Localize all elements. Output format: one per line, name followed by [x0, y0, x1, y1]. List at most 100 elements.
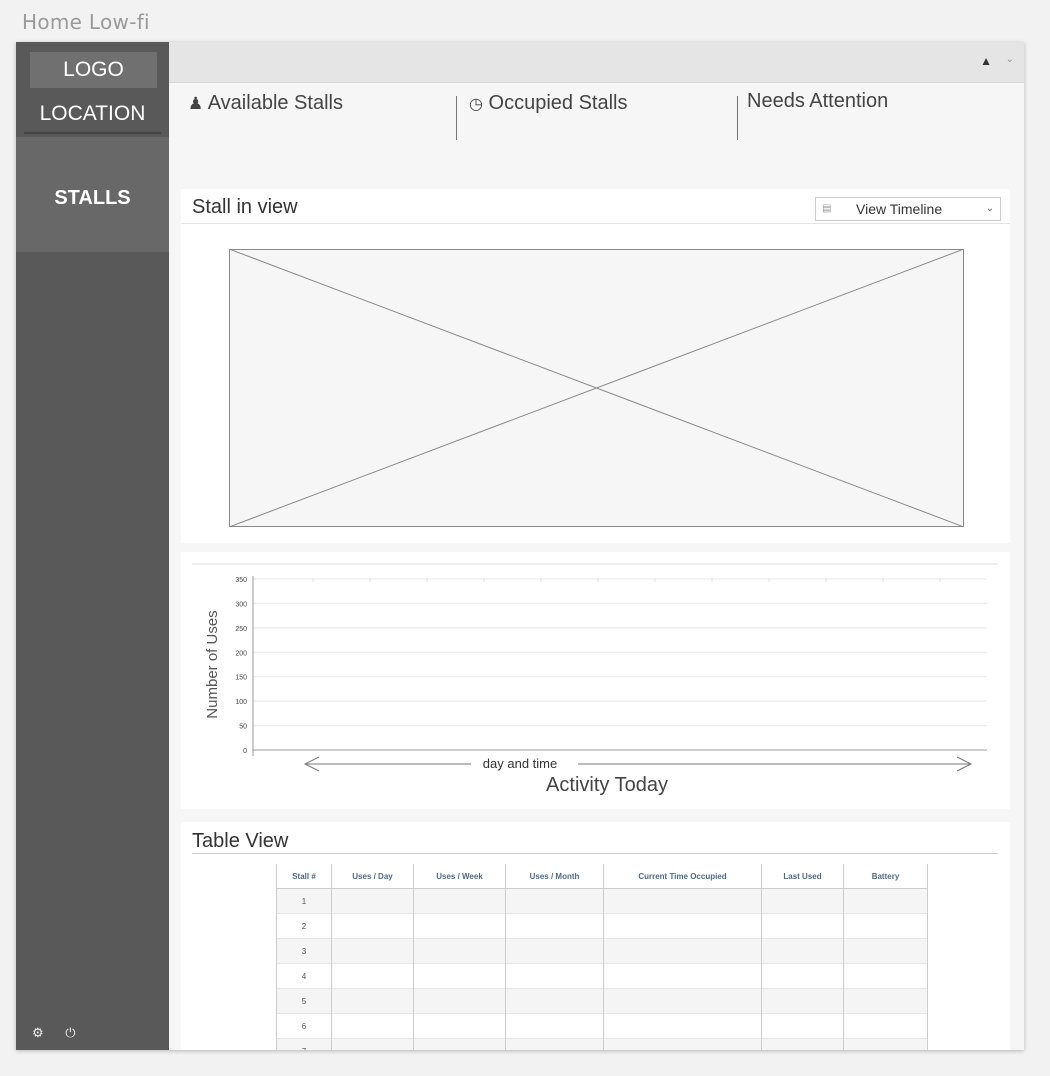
chart-title: Activity Today [546, 774, 668, 796]
y-axis-label: Number of Uses [204, 610, 221, 718]
card-divider [192, 853, 998, 854]
table-cell [761, 938, 844, 964]
table-cell [331, 988, 414, 1014]
table-cell: 5 [276, 988, 332, 1014]
table-cell [761, 1013, 844, 1039]
table-cell [331, 938, 414, 964]
table-cell [603, 938, 762, 964]
table-cell [761, 913, 844, 939]
stall-in-view-card: Stall in view ▤ View Timeline ⌄ [181, 189, 1010, 543]
sidebar-footer: ⚙ ⏻ [32, 1025, 94, 1041]
column-header[interactable]: Uses / Month [505, 864, 604, 889]
available-stalls-label: Available Stalls [207, 92, 343, 114]
table-cell [331, 888, 414, 914]
page-label: Home Low-fi [22, 10, 150, 34]
table-cell [413, 888, 506, 914]
logo[interactable]: LOGO [30, 52, 157, 88]
location-nav-item[interactable]: LOCATION [24, 96, 161, 134]
table-cell [761, 888, 844, 914]
view-timeline-select[interactable]: ▤ View Timeline ⌄ [815, 197, 1001, 221]
table-cell [603, 913, 762, 939]
table-cell [505, 1013, 604, 1039]
activity-chart-card: 0 50 100 150 200 250 300 350 Number of Uses day a… [181, 552, 1010, 809]
table-cell [843, 963, 928, 989]
table-header-row: Stall # Uses / Day Uses / Week Uses / Mo… [276, 864, 928, 889]
table-view-card: Table View Stall # Uses / Day Uses / Wee… [181, 822, 1010, 1050]
warning-icon[interactable]: ▲ [980, 54, 992, 68]
y-tick-label: 300 [235, 601, 247, 608]
table-row[interactable]: 2 [276, 913, 928, 939]
y-tick-label: 0 [243, 748, 247, 755]
table-cell [843, 1013, 928, 1039]
clock-icon: ◷ [469, 96, 483, 113]
table-row[interactable]: 1 [276, 888, 928, 914]
table-cell [843, 888, 928, 914]
stall-in-view-title: Stall in view [192, 196, 298, 218]
sidebar: LOGO LOCATION STALLS ⚙ ⏻ [16, 42, 169, 1050]
table-cell [761, 1038, 844, 1050]
table-cell [331, 913, 414, 939]
chevron-down-icon[interactable]: ⌄ [1006, 54, 1014, 65]
table-row[interactable]: 3 [276, 938, 928, 964]
stalls-table: Stall # Uses / Day Uses / Week Uses / Mo… [276, 864, 928, 1050]
table-view-title: Table View [192, 830, 289, 852]
y-tick-label: 50 [239, 724, 247, 731]
column-header[interactable]: Current Time Occupied [603, 864, 762, 889]
sidebar-item-stalls-label: STALLS [54, 187, 131, 209]
x-axis-label: day and time [483, 756, 557, 771]
table-cell: 2 [276, 913, 332, 939]
table-cell: 1 [276, 888, 332, 914]
table-cell [331, 963, 414, 989]
table-cell [505, 938, 604, 964]
gear-icon[interactable]: ⚙ [32, 1025, 44, 1040]
column-header[interactable]: Last Used [761, 864, 844, 889]
table-cell: 7 [276, 1038, 332, 1050]
activity-chart: 0 50 100 150 200 250 300 350 Number of Uses day a… [192, 563, 998, 796]
table-cell [413, 1013, 506, 1039]
user-icon: ♟ [188, 94, 204, 113]
column-header[interactable]: Battery [843, 864, 928, 889]
stat-divider [737, 96, 738, 140]
table-cell [761, 988, 844, 1014]
available-stalls-stat: ♟ Available Stalls [188, 92, 343, 115]
table-row[interactable]: 6 [276, 1013, 928, 1039]
table-cell [603, 988, 762, 1014]
occupied-stalls-label: Occupied Stalls [488, 92, 628, 114]
table-row[interactable]: 4 [276, 963, 928, 989]
table-cell [413, 963, 506, 989]
card-divider [181, 223, 1010, 224]
table-cell [505, 1038, 604, 1050]
column-header[interactable]: Stall # [276, 864, 332, 889]
table-cell [843, 1038, 928, 1050]
table-cell [603, 963, 762, 989]
table-cell [413, 988, 506, 1014]
table-cell [413, 938, 506, 964]
y-tick-label: 200 [235, 650, 247, 657]
stall-image-placeholder [229, 249, 964, 527]
power-icon[interactable]: ⏻ [65, 1025, 75, 1040]
y-tick-label: 350 [235, 577, 247, 584]
y-tick-label: 150 [235, 675, 247, 682]
column-header[interactable]: Uses / Week [413, 864, 506, 889]
table-cell [413, 1038, 506, 1050]
table-row[interactable]: 5 [276, 988, 928, 1014]
top-bar: ▲ ⌄ [169, 42, 1024, 83]
table-row[interactable]: 7 [276, 1038, 928, 1050]
table-cell [331, 1013, 414, 1039]
column-header[interactable]: Uses / Day [331, 864, 414, 889]
table-cell [505, 963, 604, 989]
calendar-icon: ▤ [822, 203, 832, 214]
table-cell [505, 888, 604, 914]
table-cell [603, 1013, 762, 1039]
sidebar-item-stalls[interactable]: STALLS [16, 137, 169, 252]
y-tick-label: 100 [235, 699, 247, 706]
needs-attention-stat: Needs Attention [747, 90, 888, 113]
table-cell: 3 [276, 938, 332, 964]
table-cell [603, 1038, 762, 1050]
table-cell: 4 [276, 963, 332, 989]
table-cell: 6 [276, 1013, 332, 1039]
y-tick-label: 250 [235, 626, 247, 633]
needs-attention-label: Needs Attention [747, 90, 889, 112]
table-cell [843, 938, 928, 964]
view-timeline-value: View Timeline [856, 201, 943, 217]
